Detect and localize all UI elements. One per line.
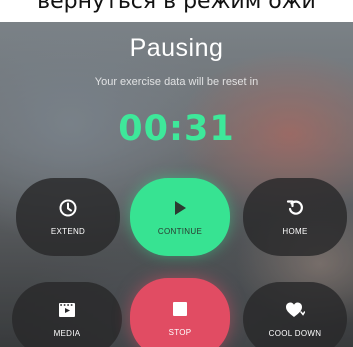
continue-button[interactable]: CONTINUE — [130, 178, 230, 256]
clock-icon — [58, 198, 78, 218]
film-icon — [57, 300, 77, 320]
caption-banner: вернуться в режим ожи — [0, 0, 353, 22]
page-title: Pausing — [129, 34, 224, 62]
countdown-timer: 00:31 — [118, 109, 235, 149]
heart-icon — [285, 300, 305, 320]
stop-icon — [170, 299, 190, 319]
extend-label: EXTEND — [50, 227, 86, 236]
watch-screen: Pausing Your exercise data will be reset… — [0, 14, 353, 347]
stop-button[interactable]: STOP — [130, 278, 230, 347]
return-arrow-icon — [285, 198, 305, 218]
stop-label: STOP — [168, 328, 192, 337]
continue-label: CONTINUE — [157, 227, 203, 236]
media-label: MEDIA — [53, 329, 81, 338]
play-icon — [170, 198, 190, 218]
home-label: HOME — [282, 227, 308, 236]
cool-down-button[interactable]: COOL DOWN — [243, 282, 347, 347]
media-button[interactable]: MEDIA — [12, 282, 122, 347]
reset-notice: Your exercise data will be reset in — [94, 76, 259, 88]
caption-text: вернуться в режим ожи — [37, 0, 316, 14]
home-button[interactable]: HOME — [243, 178, 347, 256]
cool-down-label: COOL DOWN — [268, 329, 322, 338]
extend-button[interactable]: EXTEND — [16, 178, 120, 256]
